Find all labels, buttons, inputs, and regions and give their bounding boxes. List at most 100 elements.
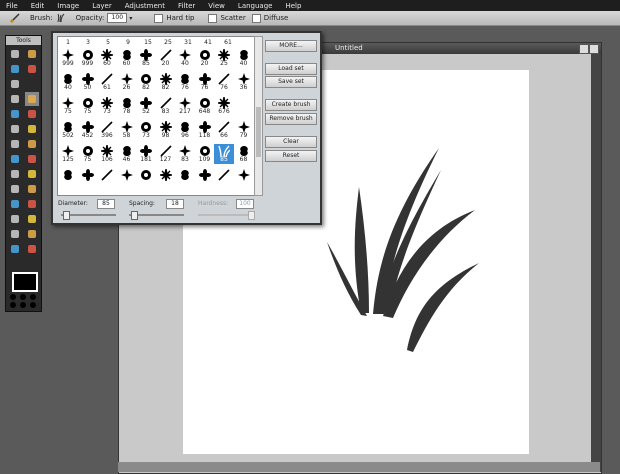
brush-item[interactable]: 60 bbox=[97, 48, 117, 68]
hard-tip-checkbox[interactable]: Hard tip bbox=[154, 13, 194, 23]
menu-item-image[interactable]: Image bbox=[51, 2, 86, 10]
brush-item[interactable]: 85 bbox=[136, 48, 156, 68]
brush-item[interactable]: 75 bbox=[78, 96, 98, 116]
brush-item[interactable]: 999 bbox=[58, 48, 78, 68]
load-set-button[interactable]: Load set bbox=[265, 63, 317, 75]
lasso-icon[interactable] bbox=[25, 62, 39, 76]
text-icon[interactable] bbox=[25, 227, 39, 241]
smudge-icon[interactable] bbox=[25, 137, 39, 151]
dodge-icon[interactable] bbox=[25, 167, 39, 181]
brush-item[interactable]: 98 bbox=[156, 120, 176, 140]
brush-tool-icon[interactable] bbox=[10, 13, 20, 23]
menu-item-file[interactable]: File bbox=[0, 2, 25, 10]
opacity-input[interactable]: 100 bbox=[107, 13, 128, 23]
sponge-icon[interactable] bbox=[8, 167, 22, 181]
brush-item[interactable]: 40 bbox=[234, 48, 254, 68]
brush-item[interactable]: 46 bbox=[117, 144, 137, 164]
reset-button[interactable]: Reset bbox=[265, 150, 317, 162]
brush-scrollbar[interactable] bbox=[254, 36, 263, 196]
brush-icon[interactable] bbox=[25, 92, 39, 106]
bloat-icon[interactable] bbox=[25, 212, 39, 226]
brush-item[interactable]: 68 bbox=[234, 144, 254, 164]
brush-item[interactable]: 127 bbox=[156, 144, 176, 164]
brush-item[interactable]: 58 bbox=[117, 120, 137, 140]
brush-item[interactable]: 76 bbox=[195, 72, 215, 92]
menu-item-view[interactable]: View bbox=[202, 2, 232, 10]
brush-item[interactable]: 20 bbox=[156, 48, 176, 68]
brush-item[interactable]: 66 bbox=[214, 120, 234, 140]
burn-icon[interactable] bbox=[8, 182, 22, 196]
brush-item[interactable] bbox=[78, 168, 98, 188]
brush-item[interactable]: 60 bbox=[117, 48, 137, 68]
brush-item[interactable]: 109 bbox=[195, 144, 215, 164]
red-eye-icon[interactable] bbox=[8, 197, 22, 211]
brush-item[interactable]: 50 bbox=[78, 72, 98, 92]
close-icon[interactable] bbox=[589, 44, 599, 54]
brush-item[interactable]: 83 bbox=[156, 96, 176, 116]
brush-item[interactable] bbox=[156, 168, 176, 188]
brush-item[interactable]: 217 bbox=[175, 96, 195, 116]
menu-item-edit[interactable]: Edit bbox=[25, 2, 52, 10]
brush-item[interactable]: 79 bbox=[234, 120, 254, 140]
diameter-slider-knob[interactable] bbox=[63, 211, 70, 220]
brush-item[interactable] bbox=[214, 168, 234, 188]
vertical-scrollbar[interactable] bbox=[591, 54, 601, 472]
brush-item[interactable] bbox=[136, 168, 156, 188]
maximize-icon[interactable] bbox=[579, 44, 589, 54]
line-icon[interactable] bbox=[8, 227, 22, 241]
brush-item[interactable]: 82 bbox=[136, 72, 156, 92]
brush-item[interactable]: 125 bbox=[58, 144, 78, 164]
hand-tool-icon[interactable] bbox=[8, 242, 22, 256]
brush-item[interactable]: 648 bbox=[195, 96, 215, 116]
zoom-icon[interactable] bbox=[25, 242, 39, 256]
spacing-slider-knob[interactable] bbox=[131, 211, 138, 220]
brush-item[interactable]: 73 bbox=[97, 96, 117, 116]
brush-item[interactable] bbox=[58, 168, 78, 188]
blur-icon[interactable] bbox=[25, 152, 39, 166]
brush-preview-button[interactable] bbox=[56, 13, 66, 23]
opacity-dropdown-icon[interactable]: ▾ bbox=[129, 15, 132, 22]
hand-icon[interactable] bbox=[25, 197, 39, 211]
tool-slot[interactable] bbox=[25, 77, 39, 91]
brush-item[interactable]: 73 bbox=[136, 120, 156, 140]
menu-item-adjustment[interactable]: Adjustment bbox=[119, 2, 172, 10]
brush-item[interactable]: 181 bbox=[136, 144, 156, 164]
horizontal-scrollbar[interactable] bbox=[118, 462, 600, 472]
menu-item-layer[interactable]: Layer bbox=[86, 2, 119, 10]
save-set-button[interactable]: Save set bbox=[265, 76, 317, 88]
brush-item[interactable] bbox=[97, 168, 117, 188]
brush-item[interactable]: 106 bbox=[97, 144, 117, 164]
brush-item[interactable]: 118 bbox=[195, 120, 215, 140]
brush-item[interactable]: 676 bbox=[214, 96, 234, 116]
brush-item[interactable]: 83 bbox=[175, 144, 195, 164]
move-icon[interactable] bbox=[25, 47, 39, 61]
brush-item[interactable]: 76 bbox=[214, 72, 234, 92]
remove-brush-button[interactable]: Remove brush bbox=[265, 113, 317, 125]
brush-item[interactable]: 396 bbox=[97, 120, 117, 140]
menu-item-filter[interactable]: Filter bbox=[172, 2, 202, 10]
more-button[interactable]: MORE... bbox=[265, 40, 317, 52]
brush-item[interactable]: 75 bbox=[58, 96, 78, 116]
brush-item[interactable]: 82 bbox=[156, 72, 176, 92]
menu-item-language[interactable]: Language bbox=[232, 2, 280, 10]
brush-item[interactable]: 40 bbox=[175, 48, 195, 68]
marquee-icon[interactable] bbox=[8, 62, 22, 76]
brush-item[interactable] bbox=[234, 168, 254, 188]
gradient-icon[interactable] bbox=[8, 122, 22, 136]
brush-item[interactable]: 52 bbox=[136, 96, 156, 116]
clear-button[interactable]: Clear bbox=[265, 136, 317, 148]
spot-heal-icon[interactable] bbox=[8, 212, 22, 226]
brush-item[interactable] bbox=[175, 168, 195, 188]
crop-icon[interactable] bbox=[8, 47, 22, 61]
brush-item[interactable]: 20 bbox=[195, 48, 215, 68]
scatter-checkbox[interactable]: Scatter bbox=[208, 13, 246, 23]
brush-item[interactable]: 999 bbox=[78, 48, 98, 68]
brush-item[interactable]: 76 bbox=[175, 72, 195, 92]
clone-icon[interactable] bbox=[8, 107, 22, 121]
wand-icon[interactable] bbox=[8, 77, 22, 91]
brush-item-selected[interactable]: 85 bbox=[214, 144, 234, 164]
paint-bucket-icon[interactable] bbox=[25, 122, 39, 136]
brush-item[interactable]: 502 bbox=[58, 120, 78, 140]
brush-item[interactable]: 61 bbox=[97, 72, 117, 92]
pencil-icon[interactable] bbox=[8, 92, 22, 106]
